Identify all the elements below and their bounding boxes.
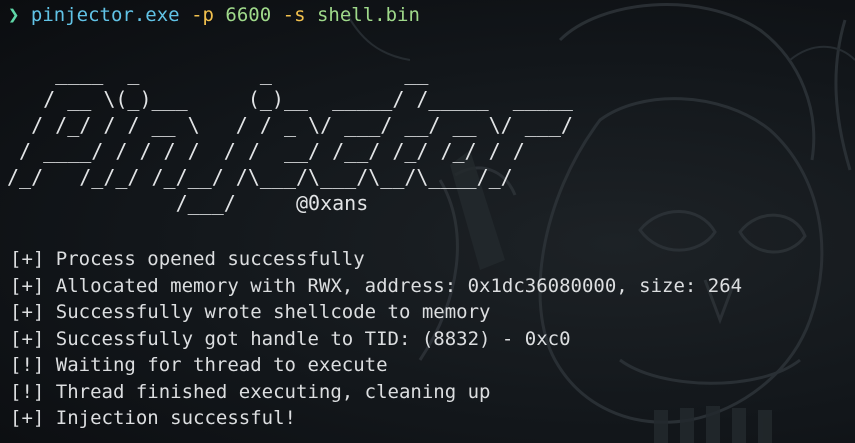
log-status-tag: [+]: [10, 327, 45, 350]
command-arg-pid: 6600: [225, 4, 272, 26]
log-line: [+] Successfully wrote shellcode to memo…: [10, 299, 742, 326]
log-status-tag: [+]: [10, 407, 45, 429]
command-flag-shellcode: -s: [282, 4, 306, 26]
log-line: [+] Successfully got handle to TID: (883…: [10, 326, 742, 353]
ascii-art-banner: ____ _ _ __ / __ \(_)___ (_)__ _____/ /_…: [7, 61, 573, 215]
log-message: Waiting for thread to execute: [55, 354, 388, 376]
log-message: Successfully got handle to TID: (8832) -…: [55, 327, 571, 350]
terminal-content: ❯ pinjector.exe -p 6600 -s shell.bin ___…: [0, 0, 855, 443]
log-status-tag: [+]: [10, 301, 45, 323]
log-message: Process opened successfully: [55, 248, 365, 270]
log-status-tag: [!]: [10, 354, 45, 376]
log-line: [!] Waiting for thread to execute: [10, 352, 742, 379]
log-message: Successfully wrote shellcode to memory: [55, 301, 491, 323]
command-prompt-line: ❯ pinjector.exe -p 6600 -s shell.bin: [8, 2, 420, 28]
log-line: [+] Process opened successfully: [10, 246, 742, 273]
prompt-chevron-icon: ❯: [8, 4, 20, 26]
output-log: [+] Process opened successfully [+] Allo…: [10, 246, 742, 432]
log-status-tag: [+]: [10, 274, 45, 297]
log-line: [+] Injection successful!: [10, 405, 742, 432]
command-arg-shellcode: shell.bin: [316, 4, 420, 26]
log-line: [!] Thread finished executing, cleaning …: [10, 379, 742, 406]
log-status-tag: [!]: [10, 380, 45, 403]
log-message: Thread finished executing, cleaning up: [55, 380, 491, 403]
log-status-tag: [+]: [10, 248, 45, 270]
command-executable: pinjector.exe: [30, 4, 180, 26]
log-message: Injection successful!: [55, 407, 296, 429]
terminal-window[interactable]: ❯ pinjector.exe -p 6600 -s shell.bin ___…: [0, 0, 855, 443]
log-line: [+] Allocated memory with RWX, address: …: [10, 273, 742, 300]
log-message: Allocated memory with RWX, address: 0x1d…: [55, 274, 743, 297]
command-flag-pid: -p: [191, 4, 214, 26]
